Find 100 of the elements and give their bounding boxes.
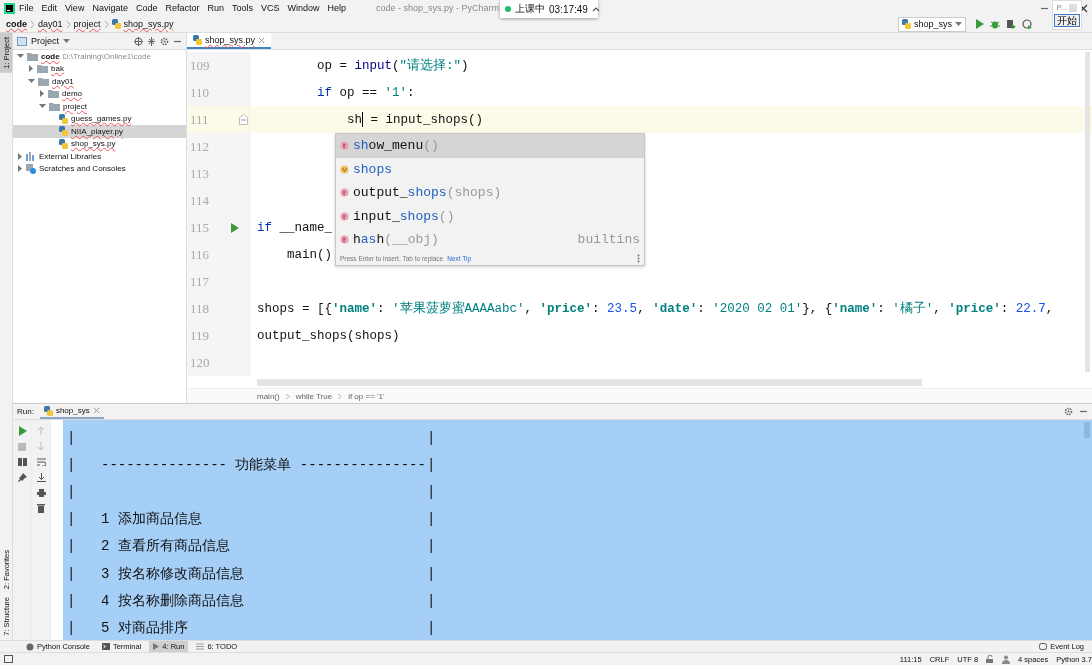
tree-item[interactable]: project xyxy=(13,100,186,113)
tree-item[interactable]: NIIA_player.py xyxy=(13,125,186,138)
completion-item[interactable]: output_shops(shops) xyxy=(336,181,644,205)
tree-item[interactable]: External Libraries xyxy=(13,150,186,163)
person-icon[interactable] xyxy=(1002,654,1011,664)
breadcrumb-item[interactable]: project xyxy=(73,19,101,29)
menu-item[interactable]: Run xyxy=(203,3,228,13)
caret-up-icon[interactable] xyxy=(591,6,600,12)
completion-item[interactable]: hash(__obj) builtins xyxy=(336,228,644,252)
terminal-icon xyxy=(101,643,110,650)
notification-label: 上课中 xyxy=(515,2,545,16)
code-line: shops = [{'name': '苹果菠萝蜜AAAAabc', 'price': 23.5, 'date': '2020 02 01'}, {'name': '橘子', 'price': 22.7, xyxy=(257,300,1054,317)
print-icon[interactable] xyxy=(36,489,46,497)
expand-arrow-icon[interactable] xyxy=(28,65,34,73)
menu-item[interactable]: Refactor xyxy=(161,3,204,13)
item-label: Scratches and Consoles xyxy=(39,164,126,174)
breadcrumb-item[interactable]: main() xyxy=(257,391,280,401)
lock-icon[interactable] xyxy=(986,655,995,663)
line-number: 111 xyxy=(189,111,210,128)
soft-wrap-icon[interactable] xyxy=(36,458,46,466)
collapse-arrow-icon[interactable] xyxy=(28,78,35,85)
item-path: D:\Training\Online1\code xyxy=(62,51,151,61)
more-icon[interactable] xyxy=(637,253,640,263)
bug-icon[interactable] xyxy=(990,19,1000,29)
fold-marker-icon[interactable] xyxy=(239,114,248,125)
console-text: | xyxy=(66,483,74,500)
panel-title[interactable]: Project xyxy=(31,36,59,46)
list-icon xyxy=(196,643,205,650)
editor-tab[interactable]: shop_sys.py xyxy=(187,33,272,49)
console-text: | xyxy=(66,429,74,446)
window-icon[interactable] xyxy=(4,655,13,663)
scroll-to-end-icon[interactable] xyxy=(36,473,46,482)
line-number: 115 xyxy=(189,219,211,236)
breadcrumb-item[interactable]: shop_sys.py xyxy=(123,19,174,29)
menu-item[interactable]: View xyxy=(61,3,89,13)
collapse-all-icon[interactable] xyxy=(147,36,156,46)
menu-item[interactable]: Navigate xyxy=(88,3,132,13)
tab-close-icon[interactable] xyxy=(92,407,100,414)
locate-icon[interactable] xyxy=(134,36,143,46)
settings-icon[interactable] xyxy=(160,36,169,46)
line-number: 110 xyxy=(189,84,211,101)
python-file-icon xyxy=(59,113,68,124)
run-icon[interactable] xyxy=(975,19,984,29)
line-number: 112 xyxy=(189,138,211,155)
breadcrumb-item[interactable]: day01 xyxy=(38,19,63,29)
menu-item[interactable]: File xyxy=(15,3,38,13)
tab-close-icon[interactable] xyxy=(258,36,266,44)
code-line: main() xyxy=(287,247,333,262)
menu-item[interactable]: Help xyxy=(323,3,351,13)
coverage-icon[interactable] xyxy=(1006,19,1016,29)
start-button[interactable]: 开始 xyxy=(1054,14,1080,27)
expand-arrow-icon[interactable] xyxy=(17,152,23,160)
collapse-arrow-icon[interactable] xyxy=(17,53,24,60)
breadcrumb-item[interactable]: code xyxy=(6,19,27,29)
tree-item[interactable]: day01 xyxy=(13,75,186,88)
tree-item[interactable]: code D:\Training\Online1\code xyxy=(13,50,186,63)
settings-icon[interactable] xyxy=(1064,407,1073,416)
completion-item[interactable]: show_menu() xyxy=(336,134,644,158)
collapse-arrow-icon[interactable] xyxy=(63,38,70,44)
tree-item[interactable]: Scratches and Consoles xyxy=(13,162,186,175)
run-config-dropdown[interactable]: shop_sys xyxy=(897,16,966,32)
menu-item[interactable]: Code xyxy=(131,3,162,13)
console-text: | xyxy=(66,565,74,582)
horizontal-scrollbar[interactable] xyxy=(257,379,922,386)
tree-item[interactable]: bak xyxy=(13,62,186,75)
function-icon xyxy=(340,211,349,221)
menu-item[interactable]: Edit xyxy=(37,3,62,13)
layout-icon[interactable] xyxy=(17,458,27,466)
trash-icon[interactable] xyxy=(37,504,45,513)
expand-arrow-icon[interactable] xyxy=(39,90,45,98)
panel-icon xyxy=(17,36,27,46)
breadcrumb-item[interactable]: if op == '1' xyxy=(348,391,385,401)
menu-item[interactable]: Tools xyxy=(227,3,257,13)
tree-item[interactable]: guess_games.py xyxy=(13,112,186,125)
item-label: guess_games.py xyxy=(71,114,132,124)
completion-item[interactable]: shops xyxy=(336,157,644,181)
expand-arrow-icon[interactable] xyxy=(17,165,23,173)
menu-item[interactable]: VCS xyxy=(257,3,284,13)
scratches-icon xyxy=(26,163,36,174)
console-text: | xyxy=(427,429,436,446)
breadcrumb-item[interactable]: while True xyxy=(295,391,333,401)
menu-item[interactable]: Window xyxy=(283,3,324,13)
folder-icon xyxy=(49,101,60,111)
folder-icon xyxy=(27,51,38,61)
collapse-arrow-icon[interactable] xyxy=(955,21,962,27)
vertical-scrollbar[interactable] xyxy=(1084,422,1090,438)
completion-item[interactable]: input_shops() xyxy=(336,204,644,228)
status-dot-icon xyxy=(505,6,511,12)
profile-icon[interactable] xyxy=(1022,19,1032,29)
pin-icon[interactable] xyxy=(17,473,27,482)
item-label: day01 xyxy=(52,76,74,86)
run-gutter-icon[interactable] xyxy=(229,222,239,233)
tree-item[interactable]: demo xyxy=(13,87,186,100)
tree-item[interactable]: shop_sys.py xyxy=(13,137,186,150)
console-text: | xyxy=(427,565,436,582)
vertical-scrollbar[interactable] xyxy=(1085,52,1090,372)
chevron-right-icon xyxy=(30,19,35,29)
console-text: | xyxy=(427,592,436,609)
rerun-icon[interactable] xyxy=(17,426,27,436)
collapse-arrow-icon[interactable] xyxy=(39,103,46,110)
